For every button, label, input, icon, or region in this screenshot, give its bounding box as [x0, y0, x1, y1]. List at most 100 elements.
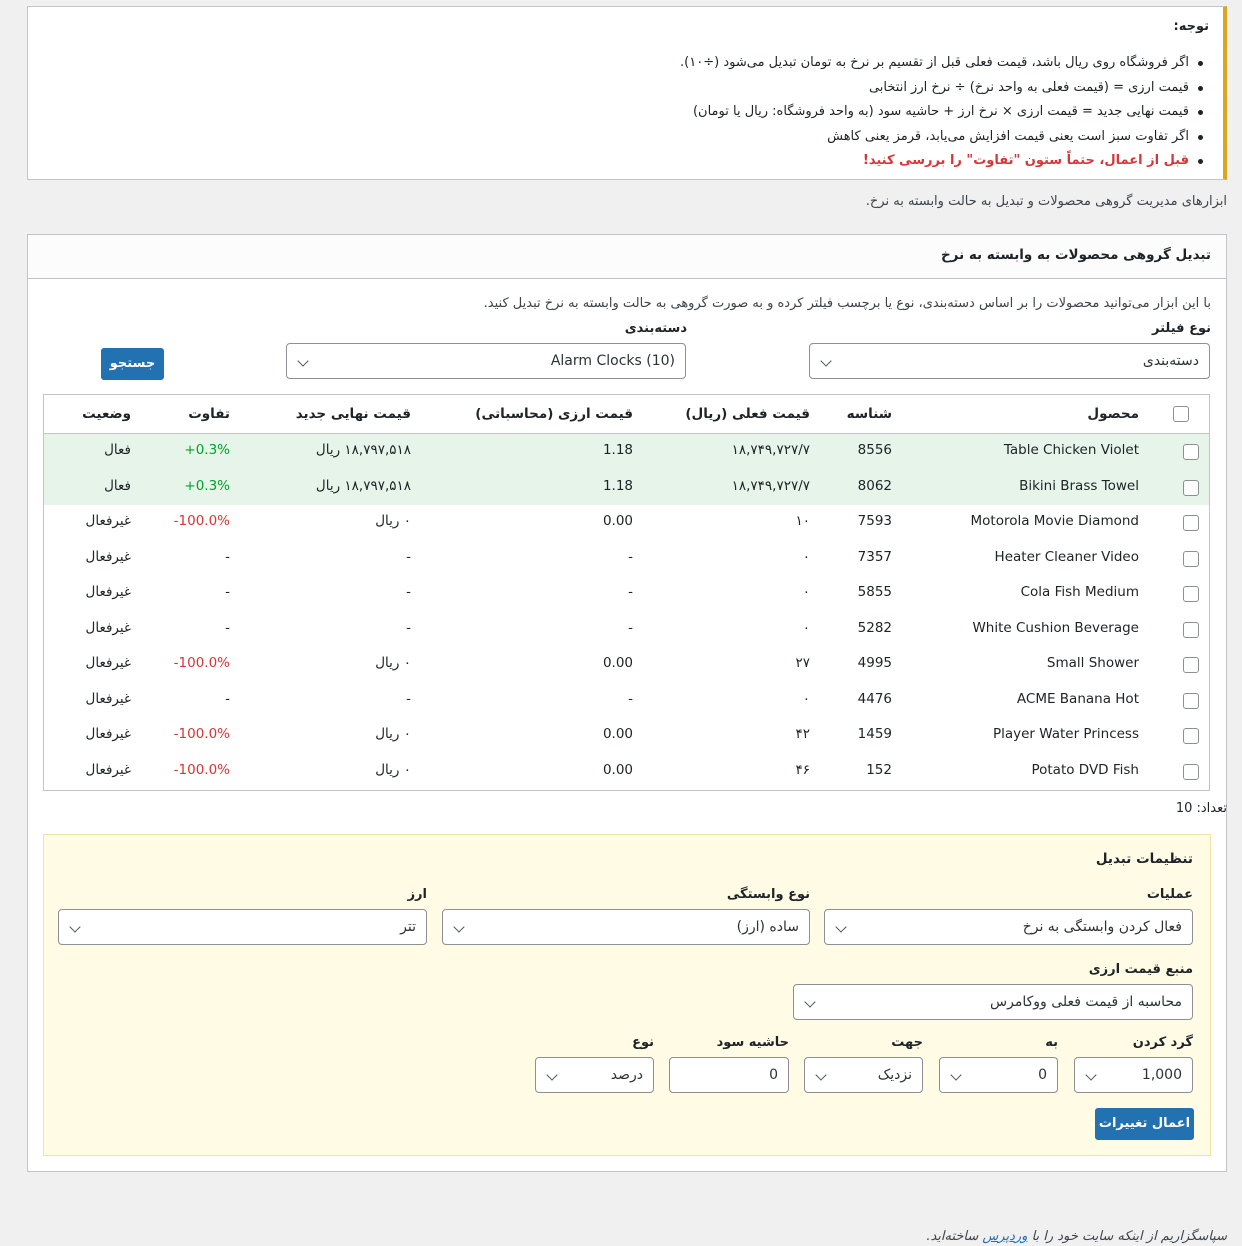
notice-item: اگر تفاوت سبز است یعنی قیمت افزایش می‌یا…	[680, 125, 1205, 150]
currency-price: 0.00	[602, 761, 633, 778]
currency-value: تتر	[400, 919, 416, 935]
chevron-down-icon	[950, 1069, 962, 1081]
admin-footer: سپاسگزاریم از اینکه سایت خود را با وردپر…	[926, 1229, 1227, 1244]
chevron-down-icon	[804, 996, 816, 1008]
source-select[interactable]: محاسبه از قیمت فعلی ووکامرس	[793, 984, 1193, 1020]
operation-label: عملیات	[1146, 887, 1193, 902]
product-id: 4476	[857, 690, 892, 707]
new-price: ۱۸,۷۹۷,۵۱۸ ریال	[315, 442, 411, 458]
currency-price: -	[628, 690, 633, 707]
current-price: ۲۷	[795, 655, 810, 671]
new-price: ۰ ریال	[375, 655, 411, 671]
table-row: Table Chicken Violet 8556 ۱۸,۷۴۹,۷۲۷/۷ 1.18…	[44, 434, 1209, 470]
new-price: ۱۸,۷۹۷,۵۱۸ ریال	[315, 477, 411, 494]
product-name: Bikini Brass Towel	[1019, 477, 1139, 494]
product-id: 5282	[857, 619, 892, 636]
chevron-down-icon	[546, 1069, 558, 1081]
wordpress-link[interactable]: وردپرس	[982, 1229, 1027, 1244]
margin-type-select[interactable]: درصد	[535, 1057, 654, 1093]
price-diff: +0.3%	[184, 442, 230, 458]
settings-title: تنظیمات تبدیل	[1095, 851, 1193, 867]
row-checkbox[interactable]	[1183, 479, 1199, 496]
margin-label: حاشیه سود	[716, 1035, 789, 1050]
col-status: وضعیت	[82, 406, 131, 422]
product-status: فعال	[104, 442, 131, 458]
category-select[interactable]: Alarm Clocks (10)	[286, 343, 686, 379]
notice-box: توجه: اگر فروشگاه روی ریال باشد، قیمت فع…	[27, 6, 1227, 180]
currency-price: 0.00	[602, 655, 633, 671]
currency-select[interactable]: تتر	[58, 909, 427, 945]
select-all-checkbox[interactable]	[1173, 406, 1189, 422]
row-checkbox[interactable]	[1183, 657, 1199, 673]
currency-price: -	[628, 619, 633, 636]
price-diff: -	[225, 548, 230, 565]
new-price: -	[406, 548, 411, 565]
current-price: ۰	[802, 548, 810, 565]
price-diff: -	[225, 619, 230, 636]
filter-type-value: دسته‌بندی	[1142, 353, 1199, 369]
row-checkbox[interactable]	[1183, 728, 1199, 744]
current-price: ۴۲	[795, 726, 810, 742]
product-id: 4995	[857, 655, 892, 671]
new-price: ۰ ریال	[375, 761, 411, 778]
result-count: تعداد: 10	[1175, 801, 1227, 816]
filter-type-select[interactable]: دسته‌بندی	[809, 343, 1210, 379]
apply-changes-button[interactable]: اعمال تغییرات	[1095, 1108, 1194, 1140]
product-status: غیرفعال	[85, 761, 131, 778]
price-diff: -100.0%	[173, 513, 230, 529]
search-button[interactable]: جستجو	[101, 348, 164, 380]
current-price: ۰	[802, 619, 810, 636]
table-row: ACME Banana Hot 4476 ۰ - - - غیرفعال	[44, 683, 1209, 719]
table-row: White Cushion Beverage 5282 ۰ - - - غیرفعال	[44, 612, 1209, 648]
card-intro: با این ابزار می‌توانید محصولات را بر اسا…	[483, 296, 1211, 311]
footer-text-before: سپاسگزاریم از اینکه سایت خود را با	[1031, 1229, 1227, 1244]
to-select[interactable]: 0	[939, 1057, 1058, 1093]
product-name: Heater Cleaner Video	[994, 548, 1139, 565]
margin-input[interactable]: 0	[669, 1057, 789, 1093]
page-description: ابزارهای مدیریت گروهی محصولات و تبدیل به…	[865, 194, 1227, 209]
price-diff: -100.0%	[173, 761, 230, 778]
price-diff: +0.3%	[184, 477, 230, 494]
product-id: 8062	[857, 477, 892, 494]
chevron-down-icon	[835, 921, 847, 933]
row-checkbox[interactable]	[1183, 550, 1199, 567]
table-row: Potato DVD Fish 152 ۴۶ 0.00 ۰ ریال -100.0% غیر…	[44, 754, 1209, 790]
product-id: 5855	[857, 584, 892, 600]
dependency-select[interactable]: ساده (ارز)	[442, 909, 810, 945]
round-value: 1,000	[1141, 1067, 1182, 1083]
product-id: 152	[866, 761, 892, 778]
category-value: Alarm Clocks (10)	[550, 353, 675, 369]
notice-title: توجه:	[1173, 19, 1209, 34]
notice-item: اگر فروشگاه روی ریال باشد، قیمت فعلی قبل…	[680, 51, 1205, 76]
operation-select[interactable]: فعال کردن وابستگی به نرخ	[824, 909, 1193, 945]
currency-label: ارز	[407, 887, 427, 902]
direction-select[interactable]: نزدیک	[804, 1057, 923, 1093]
currency-price: -	[628, 584, 633, 600]
col-new-price: قیمت نهایی جدید	[295, 406, 411, 422]
source-label: منبع قیمت ارزی	[1088, 962, 1193, 977]
row-checkbox[interactable]	[1183, 586, 1199, 602]
notice-list: اگر فروشگاه روی ریال باشد، قیمت فعلی قبل…	[680, 51, 1205, 174]
price-diff: -	[225, 690, 230, 707]
currency-price: 0.00	[602, 513, 633, 529]
product-id: 7357	[857, 548, 892, 565]
product-id: 7593	[857, 513, 892, 529]
table-row: Cola Fish Medium 5855 ۰ - - - غیرفعال	[44, 576, 1209, 612]
chevron-down-icon	[1085, 1069, 1097, 1081]
product-name: Table Chicken Violet	[1003, 442, 1139, 458]
product-status: غیرفعال	[85, 584, 131, 600]
row-checkbox[interactable]	[1183, 444, 1199, 460]
row-checkbox[interactable]	[1183, 763, 1199, 780]
row-checkbox[interactable]	[1183, 515, 1199, 531]
col-product: محصول	[1087, 406, 1139, 422]
round-select[interactable]: 1,000	[1074, 1057, 1193, 1093]
price-diff: -100.0%	[173, 726, 230, 742]
product-status: فعال	[104, 477, 131, 494]
to-label: به	[1045, 1035, 1058, 1050]
new-price: ۰ ریال	[375, 513, 411, 529]
chevron-down-icon	[297, 355, 309, 367]
row-checkbox[interactable]	[1183, 621, 1199, 638]
row-checkbox[interactable]	[1183, 692, 1199, 709]
product-name: Player Water Princess	[992, 726, 1139, 742]
chevron-down-icon	[453, 921, 465, 933]
